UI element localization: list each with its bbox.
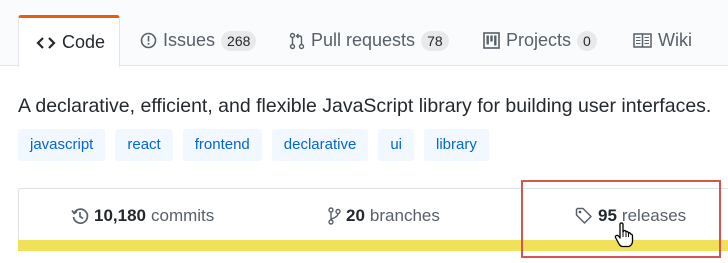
branches-label: branches: [369, 206, 440, 225]
topic-tag-library[interactable]: library: [424, 129, 489, 161]
topic-tag-declarative[interactable]: declarative: [271, 129, 369, 161]
issues-counter: 268: [221, 30, 257, 51]
tag-icon: [575, 207, 593, 225]
tab-projects-label: Projects: [506, 30, 572, 50]
tab-projects[interactable]: Projects 0: [483, 15, 597, 66]
tab-pull-requests-label: Pull requests: [311, 30, 416, 50]
tab-code-label: Code: [62, 32, 106, 52]
tab-issues[interactable]: Issues 268: [140, 15, 257, 66]
projects-counter: 0: [577, 30, 597, 51]
topic-tag-react[interactable]: react: [115, 129, 173, 161]
book-icon: [633, 33, 652, 48]
topic-tag-javascript[interactable]: javascript: [18, 129, 106, 161]
repo-nav-tabs: Code Issues 268 Pull requests 78 Project…: [0, 0, 728, 67]
tab-wiki[interactable]: Wiki: [633, 15, 692, 66]
pull-requests-counter: 78: [421, 30, 449, 51]
issue-opened-icon: [140, 32, 157, 49]
history-icon: [71, 207, 89, 225]
git-branch-icon: [328, 207, 341, 225]
tab-pull-requests[interactable]: Pull requests 78: [289, 15, 449, 66]
tab-issues-label: Issues: [163, 30, 216, 50]
project-icon: [483, 32, 500, 49]
commits-link[interactable]: 10,180 commits: [71, 189, 214, 243]
topic-list: javascript react frontend declarative ui…: [18, 129, 499, 161]
repo-description: A declarative, efficient, and flexible J…: [18, 95, 712, 117]
branches-count: 20: [346, 206, 365, 225]
topic-tag-ui[interactable]: ui: [378, 129, 414, 161]
topic-tag-frontend[interactable]: frontend: [182, 129, 262, 161]
tab-wiki-label: Wiki: [658, 30, 692, 50]
tab-code[interactable]: Code: [18, 15, 120, 67]
git-pull-request-icon: [289, 32, 305, 50]
branches-link[interactable]: 20 branches: [328, 189, 440, 243]
hand-pointer-cursor-icon: [614, 222, 634, 253]
commits-label: commits: [151, 206, 215, 225]
commits-count: 10,180: [94, 206, 146, 225]
code-icon: [36, 35, 56, 51]
